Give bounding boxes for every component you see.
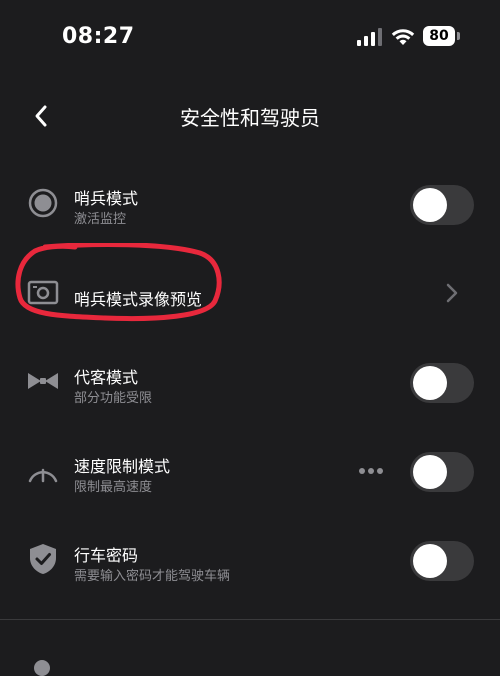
- nav-header: 安全性和驾驶员: [0, 92, 500, 140]
- toggle-knob: [413, 188, 447, 222]
- bowtie-icon: [28, 373, 58, 389]
- battery-tip: [457, 32, 460, 40]
- partial-next-row-icon: [34, 660, 50, 676]
- row-sentry-mode: 哨兵模式 激活监控: [0, 165, 500, 245]
- wifi-icon: [391, 29, 415, 45]
- row-subtitle: 部分功能受限: [74, 391, 153, 406]
- chevron-right-icon: [446, 283, 458, 303]
- row-title: 代客模式: [74, 368, 139, 387]
- row-sentry-preview[interactable]: 哨兵模式录像预览: [0, 253, 500, 333]
- row-valet-mode: 代客模式 部分功能受限: [0, 344, 500, 424]
- shield-check-icon: [30, 544, 56, 574]
- pin-to-drive-toggle[interactable]: [410, 541, 474, 581]
- battery-icon: 80: [423, 26, 461, 48]
- status-time: 08:27: [62, 24, 135, 49]
- status-bar: 08:27 80: [0, 0, 500, 70]
- row-subtitle: 激活监控: [74, 212, 127, 227]
- sentry-dot-icon: [28, 188, 58, 218]
- signal-icon: [357, 28, 382, 46]
- more-icon[interactable]: [358, 467, 384, 475]
- row-title: 哨兵模式: [74, 189, 139, 208]
- row-subtitle: 需要输入密码才能驾驶车辆: [74, 569, 231, 584]
- battery-level: 80: [423, 26, 455, 46]
- toggle-knob: [413, 455, 447, 489]
- sentry-mode-toggle[interactable]: [410, 185, 474, 225]
- row-speed-limit: 速度限制模式 限制最高速度: [0, 433, 500, 513]
- toggle-knob: [413, 544, 447, 578]
- page-title: 安全性和驾驶员: [180, 106, 320, 130]
- speed-limit-toggle[interactable]: [410, 452, 474, 492]
- row-subtitle: 限制最高速度: [74, 480, 153, 495]
- camera-icon: [27, 280, 59, 305]
- toggle-knob: [413, 366, 447, 400]
- valet-mode-toggle[interactable]: [410, 363, 474, 403]
- row-pin-to-drive: 行车密码 需要输入密码才能驾驶车辆: [0, 522, 500, 602]
- row-title: 行车密码: [74, 546, 139, 565]
- row-title: 速度限制模式: [74, 457, 171, 476]
- row-title: 哨兵模式录像预览: [74, 290, 203, 309]
- speedometer-icon: [28, 468, 58, 483]
- section-divider: [0, 619, 500, 620]
